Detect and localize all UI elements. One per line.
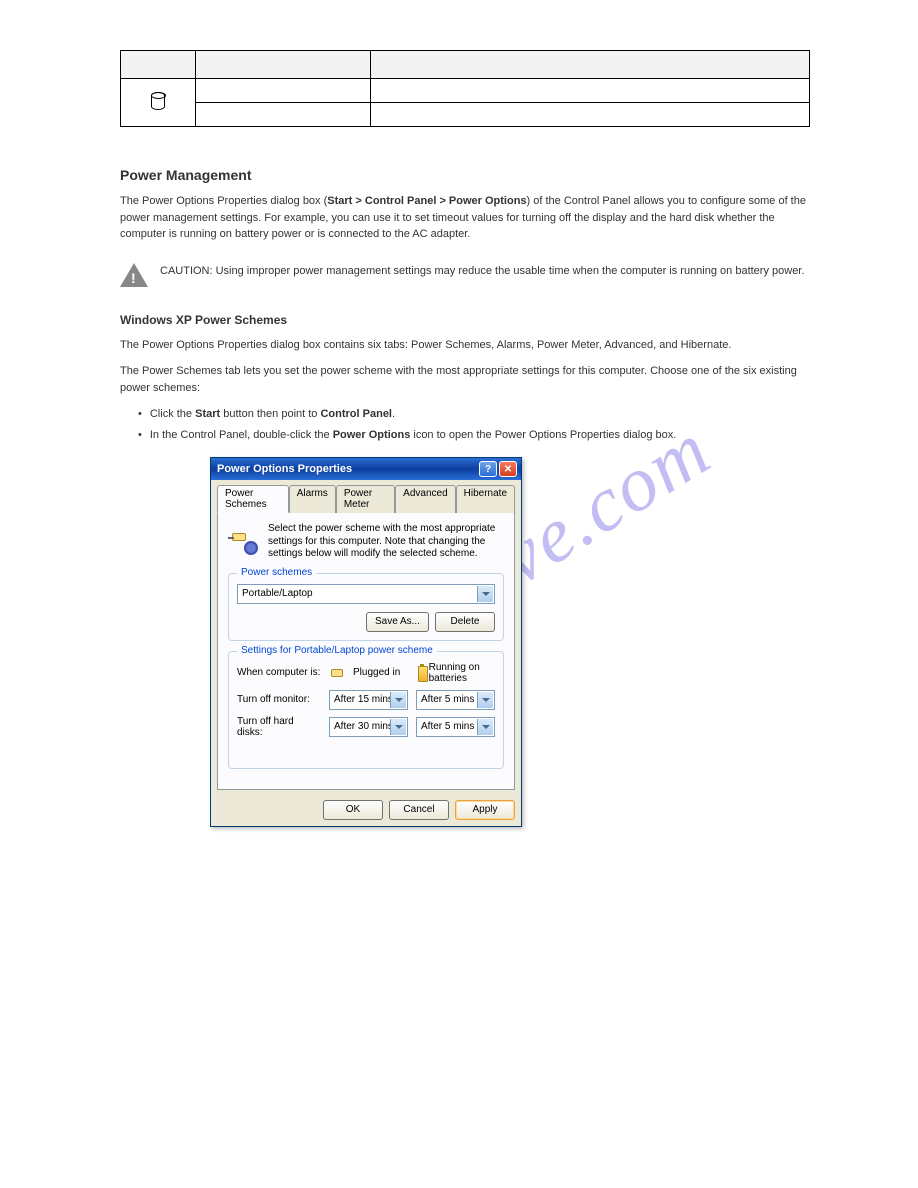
icon-table	[120, 50, 810, 127]
table-cell	[371, 79, 810, 103]
text: In the Control Panel, double-click the	[150, 429, 333, 441]
list-item: • In the Control Panel, double-click the…	[138, 427, 810, 444]
apply-button[interactable]: Apply	[455, 800, 515, 820]
bullet-dot: •	[138, 406, 142, 423]
select-value: After 5 mins	[421, 694, 474, 705]
when-label: When computer is:	[237, 667, 321, 678]
hdd-plugged-select[interactable]: After 30 mins	[329, 717, 408, 737]
list-item: • Click the Start button then point to C…	[138, 406, 810, 423]
text: The Power Options Properties dialog box …	[120, 195, 327, 207]
table-cell	[371, 103, 810, 127]
chevron-down-icon	[390, 692, 406, 708]
save-as-button[interactable]: Save As...	[366, 612, 429, 632]
warning-block: CAUTION: Using improper power management…	[120, 263, 810, 287]
table-header-row	[121, 51, 810, 79]
table-row	[121, 79, 810, 103]
fieldset-legend: Power schemes	[237, 567, 316, 578]
text-bold: Control Panel	[320, 408, 392, 420]
bullet-dot: •	[138, 427, 142, 444]
hdd-row-label: Turn off hard disks:	[237, 716, 321, 738]
plugged-in-header: Plugged in	[329, 665, 408, 681]
dialog-footer: OK Cancel Apply	[211, 794, 521, 826]
paragraph: The Power Options Properties dialog box …	[120, 193, 810, 243]
warning-text: CAUTION: Using improper power management…	[160, 263, 804, 280]
battery-label: Running on batteries	[429, 662, 495, 684]
fieldset-power-schemes: Power schemes Portable/Laptop Save As...…	[228, 573, 504, 641]
text: Click the	[150, 408, 195, 420]
ok-button[interactable]: OK	[323, 800, 383, 820]
bullet-text: In the Control Panel, double-click the P…	[150, 427, 676, 444]
table-header-3	[371, 51, 810, 79]
delete-button[interactable]: Delete	[435, 612, 495, 632]
text-bold: Start	[195, 408, 220, 420]
select-value: After 15 mins	[334, 694, 393, 705]
text: button then point to	[220, 408, 320, 420]
chevron-down-icon	[477, 586, 493, 602]
hdd-icon	[151, 92, 165, 110]
table-cell	[196, 103, 371, 127]
intro-text: Select the power scheme with the most ap…	[268, 523, 504, 561]
dialog-screenshot: Power Options Properties ? ✕ Power Schem…	[210, 457, 810, 827]
settings-grid: When computer is: Plugged in Running on …	[237, 662, 495, 738]
select-value: After 30 mins	[334, 721, 393, 732]
tab-strip: Power Schemes Alarms Power Meter Advance…	[211, 480, 521, 512]
tab-power-meter[interactable]: Power Meter	[336, 485, 395, 513]
table-header-icon	[121, 51, 196, 79]
power-scheme-icon	[228, 523, 260, 555]
page-content: Power Management The Power Options Prope…	[120, 50, 810, 827]
text-bold: Power Options	[333, 429, 411, 441]
warning-icon	[120, 263, 148, 287]
section-title-schemes: Windows XP Power Schemes	[120, 313, 810, 327]
table-cell	[196, 79, 371, 103]
chevron-down-icon	[477, 692, 493, 708]
select-value: After 5 mins	[421, 721, 474, 732]
cancel-button[interactable]: Cancel	[389, 800, 449, 820]
tab-advanced[interactable]: Advanced	[395, 485, 455, 513]
fieldset-legend: Settings for Portable/Laptop power schem…	[237, 645, 437, 656]
chevron-down-icon	[477, 719, 493, 735]
table-icon-cell	[121, 79, 196, 127]
text: icon to open the Power Options Propertie…	[410, 429, 676, 441]
paragraph: The Power Schemes tab lets you set the p…	[120, 363, 810, 396]
monitor-battery-select[interactable]: After 5 mins	[416, 690, 495, 710]
titlebar[interactable]: Power Options Properties ? ✕	[211, 458, 521, 480]
hdd-battery-select[interactable]: After 5 mins	[416, 717, 495, 737]
scheme-value: Portable/Laptop	[242, 588, 313, 599]
text: .	[392, 408, 395, 420]
titlebar-title: Power Options Properties	[217, 463, 352, 475]
section-title-power-mgmt: Power Management	[120, 167, 810, 183]
monitor-row-label: Turn off monitor:	[237, 694, 321, 705]
close-button[interactable]: ✕	[499, 461, 517, 477]
path-text: Start > Control Panel > Power Options	[327, 195, 526, 207]
tab-alarms[interactable]: Alarms	[289, 485, 336, 513]
paragraph: The Power Options Properties dialog box …	[120, 337, 810, 354]
chevron-down-icon	[390, 719, 406, 735]
power-options-dialog: Power Options Properties ? ✕ Power Schem…	[210, 457, 522, 827]
tab-hibernate[interactable]: Hibernate	[456, 485, 515, 513]
tab-power-schemes[interactable]: Power Schemes	[217, 485, 289, 513]
plugged-label: Plugged in	[353, 667, 400, 678]
fieldset-settings: Settings for Portable/Laptop power schem…	[228, 651, 504, 769]
scheme-select[interactable]: Portable/Laptop	[237, 584, 495, 604]
table-row	[121, 103, 810, 127]
help-button[interactable]: ?	[479, 461, 497, 477]
battery-icon	[416, 664, 425, 682]
battery-header: Running on batteries	[416, 662, 495, 684]
plug-icon	[329, 665, 349, 681]
tab-body: Select the power scheme with the most ap…	[217, 512, 515, 790]
table-header-2	[196, 51, 371, 79]
monitor-plugged-select[interactable]: After 15 mins	[329, 690, 408, 710]
bullet-text: Click the Start button then point to Con…	[150, 406, 395, 423]
intro-row: Select the power scheme with the most ap…	[228, 523, 504, 561]
